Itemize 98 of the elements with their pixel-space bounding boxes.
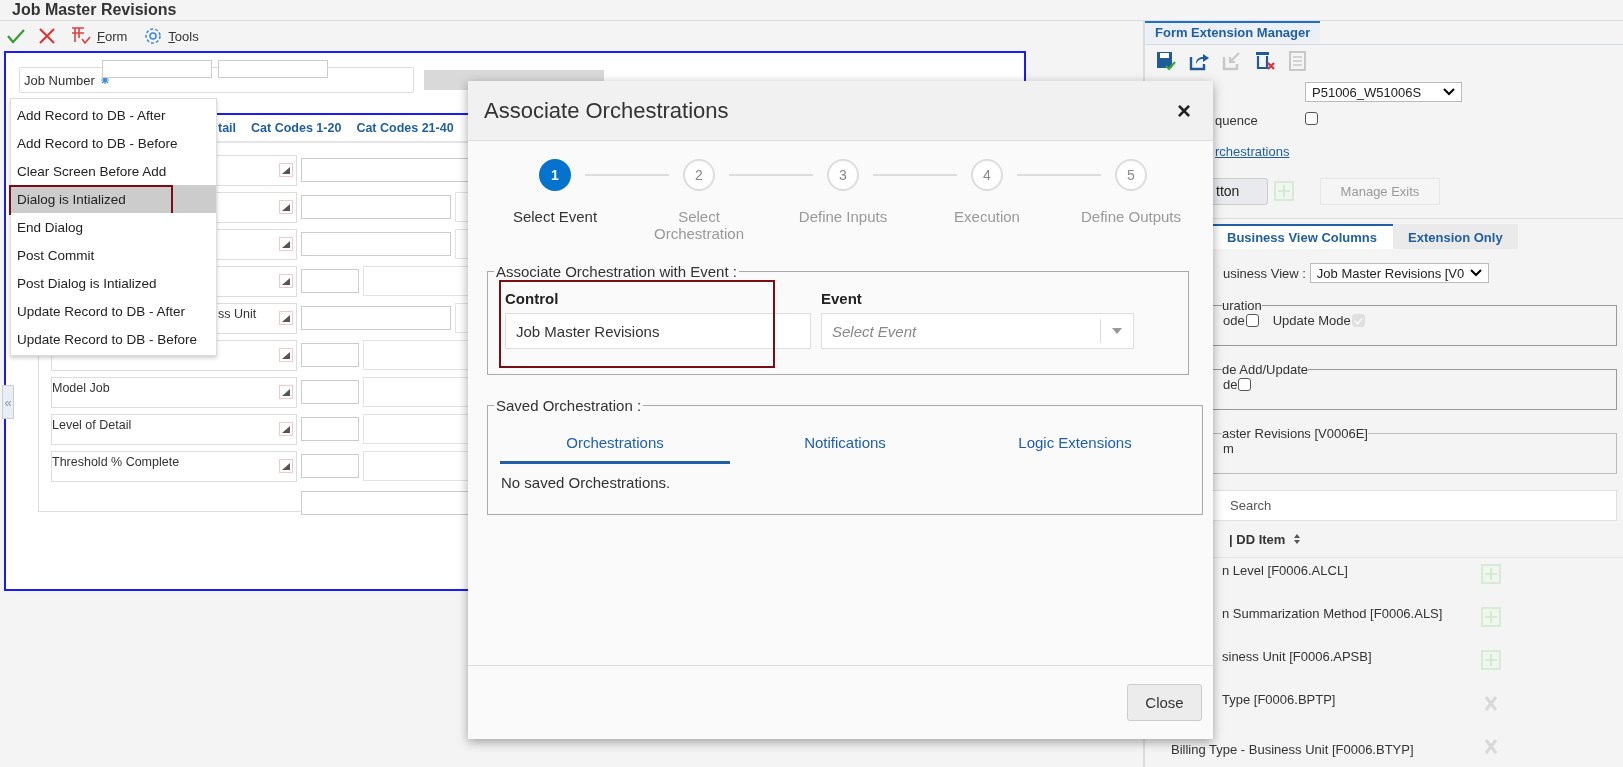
input-field[interactable] bbox=[301, 232, 451, 256]
field-label: ss Unit bbox=[218, 307, 257, 321]
step-number[interactable]: 2 bbox=[683, 159, 715, 191]
close-button[interactable]: × bbox=[1171, 95, 1197, 126]
notes-icon bbox=[1287, 49, 1309, 72]
step-label: Select Orchestration bbox=[652, 208, 745, 242]
visual-assist-icon[interactable] bbox=[279, 274, 293, 288]
menu-item[interactable]: Dialog is Intialized bbox=[11, 185, 216, 213]
caret-icon[interactable] bbox=[1111, 327, 1123, 335]
orchestrations-link[interactable]: rchestrations bbox=[1215, 144, 1290, 159]
field-label: Model Job bbox=[52, 381, 110, 395]
menu-item[interactable]: Add Record to DB - After bbox=[11, 101, 216, 129]
menu-item[interactable]: Post Dialog is Intialized bbox=[11, 269, 216, 297]
empty-message: No saved Orchestrations. bbox=[501, 474, 672, 491]
checkbox-label: Update Mode bbox=[1272, 313, 1351, 328]
input-field[interactable] bbox=[301, 269, 359, 293]
input-field[interactable] bbox=[301, 417, 359, 441]
visual-assist-icon[interactable] bbox=[279, 459, 293, 473]
checkbox[interactable] bbox=[1245, 314, 1259, 327]
column-item[interactable]: n Level [F0006.ALCL] bbox=[1222, 563, 1348, 578]
column-header[interactable]: | DD Item bbox=[1229, 531, 1286, 547]
checkbox-label: ode bbox=[1223, 313, 1245, 328]
input-field[interactable] bbox=[218, 60, 328, 78]
dialog-tab[interactable]: Orchestrations bbox=[500, 424, 730, 464]
import-icon bbox=[1221, 49, 1243, 72]
step-label: Define Outputs bbox=[1079, 208, 1183, 225]
close-icon[interactable] bbox=[38, 27, 56, 45]
business-view-select[interactable]: Job Master Revisions [V0 bbox=[1309, 263, 1490, 283]
field-label: Control bbox=[505, 290, 560, 307]
step-number[interactable]: 1 bbox=[539, 159, 571, 191]
column-item[interactable]: n Summarization Method [F0006.ALS] bbox=[1222, 606, 1443, 621]
group-legend: de Add/Update bbox=[1222, 362, 1309, 377]
input-field[interactable] bbox=[301, 195, 451, 219]
dialog-tab[interactable]: Notifications bbox=[730, 424, 960, 464]
field-label: usiness View : bbox=[1223, 265, 1306, 281]
chevron-icon[interactable] bbox=[1470, 269, 1483, 277]
control-field[interactable]: Job Master Revisions bbox=[505, 313, 811, 349]
step-label: Define Inputs bbox=[797, 208, 889, 225]
group-text: m bbox=[1223, 441, 1234, 456]
visual-assist-icon[interactable] bbox=[279, 237, 293, 251]
input-field[interactable] bbox=[301, 380, 359, 404]
field-label: Threshold % Complete bbox=[52, 455, 180, 469]
field-label: Level of Detail bbox=[52, 418, 132, 432]
checkbox[interactable] bbox=[1238, 378, 1252, 391]
field-label: quence bbox=[1215, 113, 1258, 128]
required-icon bbox=[100, 76, 109, 84]
event-select[interactable]: Select Event bbox=[821, 313, 1134, 349]
check-icon[interactable] bbox=[6, 27, 26, 45]
visual-assist-icon[interactable] bbox=[279, 385, 293, 399]
visual-assist-icon[interactable] bbox=[279, 200, 293, 214]
input-field[interactable] bbox=[301, 306, 451, 330]
step-label: Execution bbox=[953, 208, 1021, 225]
column-item[interactable]: Type [F0006.BPTP] bbox=[1222, 692, 1336, 707]
form-menu-button[interactable]: Form bbox=[68, 26, 130, 46]
tools-menu-button[interactable]: Tools bbox=[141, 26, 201, 46]
field-label: Job Number bbox=[24, 72, 95, 88]
menu-item[interactable]: Update Record to DB - Before bbox=[11, 325, 216, 353]
field-label: Event bbox=[821, 290, 863, 307]
menu-item[interactable]: Update Record to DB - After bbox=[11, 297, 216, 325]
group-legend: aster Revisions [V0006E] bbox=[1222, 426, 1368, 441]
group-legend: Associate Orchestration with Event : bbox=[494, 263, 739, 280]
panel-tab[interactable]: Form Extension Manager bbox=[1145, 21, 1321, 43]
step-label: Select Event bbox=[511, 208, 599, 225]
menu-item[interactable]: End Dialog bbox=[11, 213, 216, 241]
dialog-tab[interactable]: Logic Extensions bbox=[960, 424, 1190, 464]
input-field[interactable] bbox=[301, 343, 359, 367]
visual-assist-icon[interactable] bbox=[279, 163, 293, 177]
checkbox-label: de bbox=[1223, 377, 1238, 392]
delete-icon[interactable] bbox=[1254, 49, 1276, 72]
checkbox[interactable] bbox=[1305, 112, 1318, 125]
step-number[interactable]: 4 bbox=[971, 159, 1003, 191]
group-legend: Saved Orchestration : bbox=[494, 397, 644, 414]
visual-assist-icon[interactable] bbox=[279, 311, 293, 325]
sort-icon[interactable] bbox=[1293, 533, 1302, 545]
group-legend: uration bbox=[1222, 298, 1262, 313]
window-title: Job Master Revisions bbox=[12, 1, 177, 19]
chevron-icon[interactable] bbox=[1443, 88, 1455, 96]
step-number[interactable]: 3 bbox=[827, 159, 859, 191]
menu-item[interactable]: Clear Screen Before Add bbox=[11, 157, 216, 185]
input-field[interactable] bbox=[301, 454, 359, 478]
visual-assist-icon[interactable] bbox=[279, 348, 293, 362]
form-tab[interactable]: Cat Codes 1-20 bbox=[251, 121, 342, 135]
dialog-title: Associate Orchestrations bbox=[484, 97, 729, 124]
gear-icon[interactable] bbox=[143, 26, 164, 46]
save-icon[interactable] bbox=[1155, 49, 1177, 72]
close-button[interactable]: Close bbox=[1127, 684, 1202, 721]
panel-tab[interactable]: Extension Only bbox=[1393, 224, 1518, 249]
step-number[interactable]: 5 bbox=[1115, 159, 1147, 191]
form-icon[interactable] bbox=[70, 26, 92, 46]
visual-assist-icon[interactable] bbox=[279, 422, 293, 436]
form-select[interactable]: P51006_W51006S bbox=[1305, 82, 1462, 102]
form-tab[interactable]: tail bbox=[218, 121, 237, 135]
column-item[interactable]: Billing Type - Business Unit [F0006.BTYP] bbox=[1171, 742, 1414, 757]
input-field[interactable] bbox=[102, 60, 212, 78]
form-tab[interactable]: Cat Codes 21-40 bbox=[356, 121, 454, 135]
menu-item[interactable]: Post Commit bbox=[11, 241, 216, 269]
menu-item[interactable]: Add Record to DB - Before bbox=[11, 129, 216, 157]
column-item[interactable]: siness Unit [F0006.APSB] bbox=[1222, 649, 1372, 664]
